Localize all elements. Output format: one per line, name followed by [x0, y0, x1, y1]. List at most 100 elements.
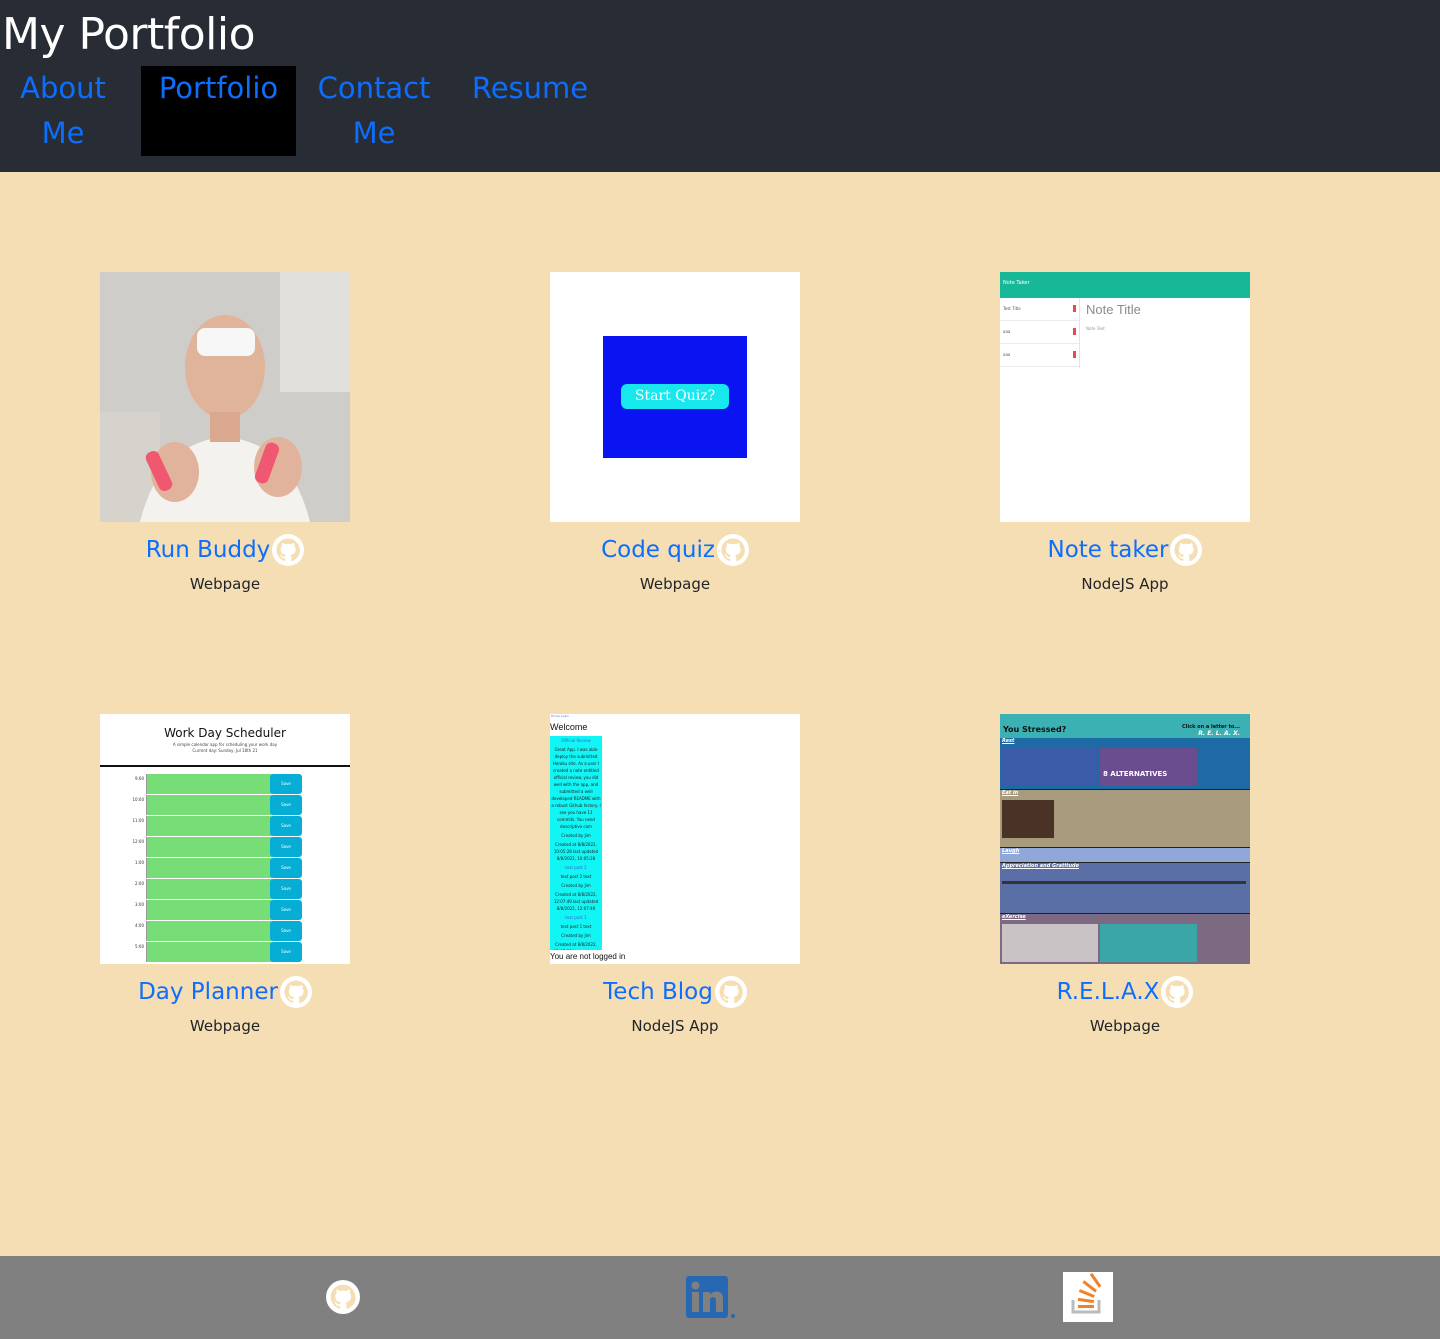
planner-save-button: Save	[270, 837, 302, 857]
github-icon[interactable]	[715, 976, 747, 1008]
planner-textarea	[146, 879, 272, 899]
planner-row: 10:00 Save	[128, 794, 308, 815]
linkedin-icon[interactable]	[686, 1276, 736, 1320]
planner-save-button: Save	[270, 816, 302, 836]
start-quiz-button-image: Start Quiz?	[621, 384, 729, 409]
card-title-row: Tech Blog	[550, 974, 800, 1010]
planner-row: 3:00 Save	[128, 899, 308, 920]
github-icon[interactable]	[272, 534, 304, 566]
blog-post-text: Created at 8/8/2022, 12:07:49 last updat…	[553, 892, 599, 911]
nav-portfolio[interactable]: Portfolio	[141, 66, 296, 156]
nav-about-label-line2: Me	[41, 116, 85, 150]
github-icon[interactable]	[717, 534, 749, 566]
nav-contact-label-line2: Me	[352, 116, 396, 150]
github-icon[interactable]	[326, 1280, 360, 1314]
planner-save-button: Save	[270, 858, 302, 878]
planner-textarea	[146, 837, 272, 857]
blog-post-column: Official Review Great App. I was able dep…	[550, 736, 602, 950]
food-image	[1002, 800, 1054, 838]
project-card-code-quiz: Start Quiz? Code quiz Webpage	[550, 272, 800, 594]
relax-section-appreciation: Appreciation and Gratitude	[1000, 862, 1250, 913]
note-taker-appbar-title: Note Taker	[1003, 280, 1030, 286]
video-thumbnail: 8 ALTERNATIVES	[1100, 748, 1197, 786]
planner-textarea	[146, 816, 272, 836]
planner-textarea	[146, 900, 272, 920]
planner-row: 11:00 Save	[128, 815, 308, 836]
blog-welcome: Welcome	[550, 722, 588, 732]
planner-hour: 9:00	[135, 776, 144, 781]
relax-header: You Stressed? Click on a letter to... R.…	[1000, 714, 1250, 738]
nav-about-label-line1: About	[20, 71, 106, 105]
project-thumbnail-tech-blog[interactable]: Home Login Welcome Official Review Great …	[550, 714, 800, 964]
site-header: My Portfolio About Me Portfolio Contact …	[0, 0, 1440, 172]
planner-row: 5:00 Save	[128, 941, 308, 962]
relax-section-exercise: eXercise	[1000, 913, 1250, 964]
github-icon[interactable]	[280, 976, 312, 1008]
github-icon[interactable]	[1161, 976, 1193, 1008]
project-thumbnail-code-quiz[interactable]: Start Quiz?	[550, 272, 800, 522]
relax-section-label: Rest	[1002, 738, 1015, 744]
blog-post-text: Official Review	[561, 738, 591, 743]
project-link-day-planner[interactable]: Day Planner	[138, 977, 278, 1007]
planner-save-button: Save	[270, 900, 302, 920]
nav-contact-me[interactable]: Contact Me	[316, 66, 432, 156]
planner-rows: 9:00 Save 10:00 Save 11:00 Save 12:00 Save 1:00 S…	[128, 773, 308, 962]
project-link-relax[interactable]: R.E.L.A.X	[1057, 977, 1160, 1007]
gratitude-input	[1002, 881, 1246, 884]
planner-save-button: Save	[270, 795, 302, 815]
project-thumbnail-run-buddy[interactable]	[100, 272, 350, 522]
card-title-row: Run Buddy	[100, 532, 350, 568]
planner-hour: 10:00	[132, 797, 144, 802]
site-title: My Portfolio	[2, 9, 256, 60]
video-thumbnail	[1002, 924, 1098, 962]
nav-about-me[interactable]: About Me	[6, 66, 120, 156]
planner-current-day: Current day: Sunday, Jul 18th 21	[192, 748, 258, 753]
relax-heading: You Stressed?	[1003, 725, 1067, 734]
project-card-run-buddy: Run Buddy Webpage	[100, 272, 350, 594]
relax-section-label: Laugh	[1002, 848, 1020, 854]
blog-post-text: Great App. I was able deploy the submitt…	[551, 747, 601, 829]
video-thumbnail	[1100, 924, 1197, 962]
relax-section-eat: Eat in	[1000, 789, 1250, 847]
project-type: Webpage	[189, 575, 261, 593]
planner-textarea	[146, 774, 272, 794]
blog-nav: Home Login	[551, 714, 569, 718]
planner-hour: 2:00	[135, 881, 144, 886]
blog-post-text: test post 1	[565, 915, 587, 920]
trash-icon	[1073, 351, 1076, 358]
planner-hour: 3:00	[135, 902, 144, 907]
planner-row: 12:00 Save	[128, 836, 308, 857]
relax-section-label: eXercise	[1002, 914, 1026, 920]
relax-section-laugh: Laugh	[1000, 847, 1250, 862]
note-list-item-text: aaa	[1003, 329, 1011, 334]
github-icon[interactable]	[1170, 534, 1202, 566]
note-list-item: Test Title	[1000, 298, 1079, 321]
relax-section-label: Appreciation and Gratitude	[1002, 863, 1079, 869]
blog-post-text: test post 2 text	[560, 874, 592, 879]
note-list-item-text: aaa	[1003, 352, 1011, 357]
project-thumbnail-note-taker[interactable]: Note Taker Test Title aaa aaa Note Title…	[1000, 272, 1250, 522]
project-thumbnail-day-planner[interactable]: Work Day Scheduler A simple calendar app…	[100, 714, 350, 964]
project-link-tech-blog[interactable]: Tech Blog	[603, 977, 713, 1007]
quiz-screen: Start Quiz?	[603, 336, 747, 458]
project-link-run-buddy[interactable]: Run Buddy	[146, 535, 271, 565]
nav-resume[interactable]: Resume	[456, 66, 604, 156]
project-thumbnail-relax[interactable]: You Stressed? Click on a letter to... R.…	[1000, 714, 1250, 964]
blog-post-text: Created by Jim	[561, 933, 591, 938]
project-type: NodeJS App	[631, 1017, 719, 1035]
note-list-item: aaa	[1000, 321, 1079, 344]
blog-post-text: test post 1 text	[560, 924, 592, 929]
stack-overflow-icon[interactable]	[1063, 1272, 1113, 1322]
trash-icon	[1073, 305, 1076, 312]
planner-save-button: Save	[270, 921, 302, 941]
planner-save-button: Save	[270, 942, 302, 962]
planner-hour: 11:00	[132, 818, 144, 823]
planner-textarea	[146, 858, 272, 878]
blog-post-text: Created at 8/8/2022, 12:07:36 last updat…	[554, 942, 598, 950]
relax-section-rest: Rest 8 ALTERNATIVES	[1000, 738, 1250, 789]
planner-subtitle: A simple calendar app for scheduling you…	[172, 742, 278, 747]
planner-row: 4:00 Save	[128, 920, 308, 941]
project-link-code-quiz[interactable]: Code quiz	[601, 535, 715, 565]
project-link-note-taker[interactable]: Note taker	[1048, 535, 1169, 565]
planner-textarea	[146, 795, 272, 815]
